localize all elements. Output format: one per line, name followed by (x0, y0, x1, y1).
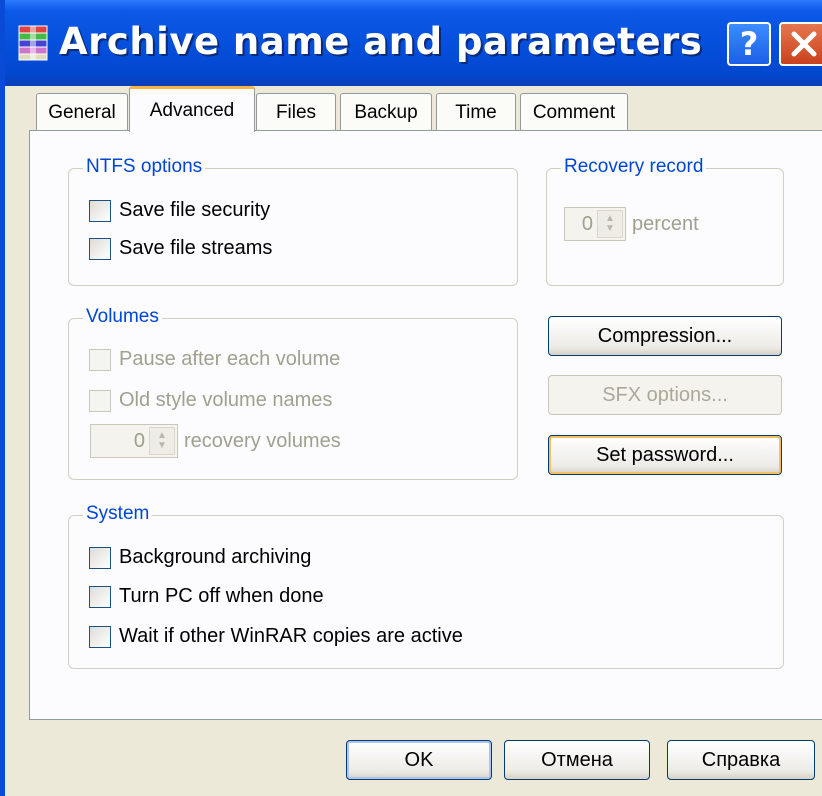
close-icon (791, 31, 817, 57)
spinner-arrows-icon[interactable]: ▲ ▼ (597, 210, 623, 238)
tab-advanced[interactable]: Advanced (129, 86, 255, 132)
tab-time[interactable]: Time (436, 93, 516, 131)
ntfs-options-label: NTFS options (83, 156, 206, 178)
spinner-arrows-icon[interactable]: ▲ ▼ (149, 427, 175, 455)
cancel-button[interactable]: Отмена (504, 740, 650, 780)
title-bar[interactable]: Archive name and parameters ? (5, 0, 822, 86)
question-mark-icon: ? (739, 25, 759, 63)
close-button[interactable] (779, 22, 822, 66)
tab-comment[interactable]: Comment (520, 93, 628, 131)
tab-backup[interactable]: Backup (340, 93, 432, 131)
advanced-tab-panel: NTFS options Save file security Save fil… (29, 130, 822, 720)
window-title: Archive name and parameters (59, 20, 703, 63)
recovery-record-label: Recovery record (561, 156, 707, 178)
recovery-percent-field[interactable]: 0 ▲ ▼ (564, 207, 626, 241)
system-group: System Background archiving Turn PC off … (68, 503, 784, 669)
volumes-group: Volumes Pause after each volume Old styl… (68, 306, 518, 480)
volumes-label: Volumes (83, 306, 162, 328)
dialog-window: Archive name and parameters ? General Ad… (0, 0, 822, 796)
background-archiving-checkbox[interactable]: Background archiving (89, 546, 311, 569)
pause-after-volume-checkbox[interactable]: Pause after each volume (89, 348, 340, 371)
system-label: System (83, 503, 153, 525)
turn-pc-off-checkbox[interactable]: Turn PC off when done (89, 585, 324, 608)
recovery-volumes-spinner[interactable]: 0 ▲ ▼ recovery volumes (90, 424, 341, 458)
recovery-volumes-field[interactable]: 0 ▲ ▼ (90, 424, 178, 458)
save-file-streams-checkbox[interactable]: Save file streams (89, 237, 272, 260)
wait-winrar-copies-checkbox[interactable]: Wait if other WinRAR copies are active (89, 625, 463, 648)
recovery-record-group: Recovery record 0 ▲ ▼ percent (546, 156, 784, 286)
help-title-button[interactable]: ? (727, 22, 771, 66)
old-style-names-checkbox[interactable]: Old style volume names (89, 389, 332, 412)
ok-button[interactable]: OK (346, 740, 492, 780)
tab-files[interactable]: Files (256, 93, 336, 131)
set-password-button[interactable]: Set password... (548, 435, 782, 475)
sfx-options-button[interactable]: SFX options... (548, 375, 782, 415)
tab-general[interactable]: General (36, 93, 128, 131)
winrar-app-icon (18, 25, 48, 61)
recovery-percent-spinner[interactable]: 0 ▲ ▼ percent (564, 207, 699, 241)
help-button[interactable]: Справка (667, 740, 815, 780)
save-file-security-checkbox[interactable]: Save file security (89, 199, 270, 222)
compression-button[interactable]: Compression... (548, 316, 782, 356)
ntfs-options-group: NTFS options Save file security Save fil… (68, 156, 518, 286)
